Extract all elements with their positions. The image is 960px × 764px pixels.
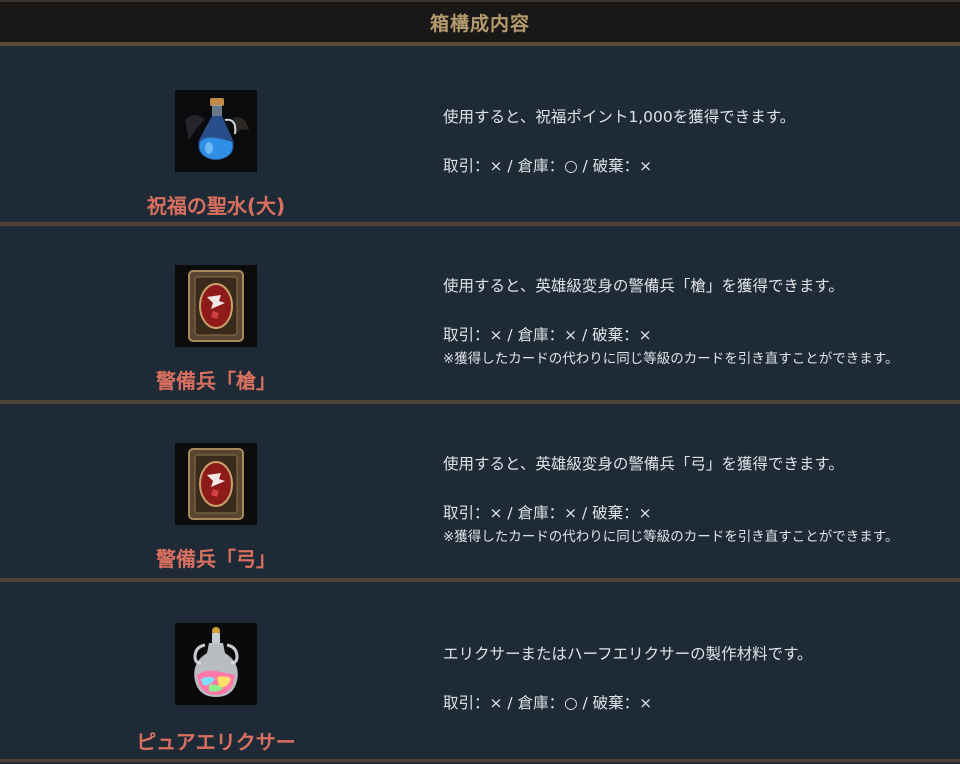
item-note: ※獲得したカードの代わりに同じ等級のカードを引き直すことができます。 — [443, 529, 899, 545]
elixir-icon — [175, 623, 257, 705]
item-left-column: 祝福の聖水(大) — [0, 46, 432, 222]
item-left-column: ピュアエリクサー — [0, 582, 432, 759]
item-left-column: 警備兵「弓」 — [0, 404, 432, 578]
item-details: エリクサーまたはハーフエリクサーの製作材料です。 取引：× / 倉庫：○ / 破… — [443, 582, 960, 759]
box-contents-header: 箱構成内容 — [0, 0, 960, 46]
item-name: 警備兵「槍」 — [156, 369, 276, 393]
item-details: 使用すると、英雄級変身の警備兵「槍」を獲得できます。 取引：× / 倉庫：× /… — [443, 226, 960, 400]
item-description: 使用すると、祝福ポイント1,000を獲得できます。 — [443, 108, 796, 126]
card-icon — [175, 265, 257, 347]
blue-potion-icon — [175, 90, 257, 172]
item-row: ピュアエリクサー エリクサーまたはハーフエリクサーの製作材料です。 取引：× /… — [0, 582, 960, 762]
item-description: エリクサーまたはハーフエリクサーの製作材料です。 — [443, 645, 813, 663]
item-description: 使用すると、英雄級変身の警備兵「槍」を獲得できます。 — [443, 277, 844, 295]
item-trade-info: 取引：× / 倉庫：○ / 破棄：× — [443, 157, 653, 175]
item-row: 警備兵「弓」 使用すると、英雄級変身の警備兵「弓」を獲得できます。 取引：× /… — [0, 404, 960, 582]
item-left-column: 警備兵「槍」 — [0, 226, 432, 400]
item-row: 警備兵「槍」 使用すると、英雄級変身の警備兵「槍」を獲得できます。 取引：× /… — [0, 226, 960, 404]
item-name: 祝福の聖水(大) — [146, 194, 286, 218]
header-title: 箱構成内容 — [429, 12, 530, 35]
item-details: 使用すると、英雄級変身の警備兵「弓」を獲得できます。 取引：× / 倉庫：× /… — [443, 404, 960, 578]
item-name: 警備兵「弓」 — [156, 547, 276, 571]
card-icon — [175, 443, 257, 525]
item-name: ピュアエリクサー — [136, 730, 296, 754]
item-trade-info: 取引：× / 倉庫：× / 破棄：× — [443, 504, 652, 522]
item-description: 使用すると、英雄級変身の警備兵「弓」を獲得できます。 — [443, 455, 844, 473]
item-row: 祝福の聖水(大) 使用すると、祝福ポイント1,000を獲得できます。 取引：× … — [0, 46, 960, 226]
item-trade-info: 取引：× / 倉庫：× / 破棄：× — [443, 326, 652, 344]
item-details: 使用すると、祝福ポイント1,000を獲得できます。 取引：× / 倉庫：○ / … — [443, 46, 960, 222]
item-note: ※獲得したカードの代わりに同じ等級のカードを引き直すことができます。 — [443, 351, 899, 367]
item-trade-info: 取引：× / 倉庫：○ / 破棄：× — [443, 694, 653, 712]
